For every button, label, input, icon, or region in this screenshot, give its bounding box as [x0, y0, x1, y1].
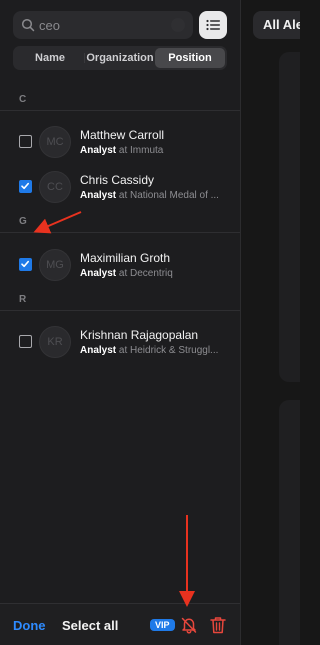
contact-organization: at Heidrick & Struggl...: [118, 345, 219, 356]
avatar: KR: [39, 326, 71, 358]
contact-role: Analyst: [80, 190, 117, 201]
contact-row[interactable]: MC Matthew Carroll Analyst at Immuta: [0, 120, 240, 164]
avatar: CC: [39, 171, 71, 203]
contact-name: Chris Cassidy: [80, 173, 155, 187]
tab-position[interactable]: Position: [155, 48, 225, 68]
bulk-action-bar: Done Select all VIP: [0, 603, 240, 645]
contact-role: Analyst: [80, 345, 117, 356]
sort-segmented-control: Name Organization Position: [13, 46, 227, 70]
section-header-r: R: [19, 294, 27, 305]
done-button[interactable]: Done: [13, 618, 46, 633]
list-view-icon: [206, 19, 220, 31]
contact-row[interactable]: KR Krishnan Rajagopalan Analyst at Heidr…: [0, 320, 240, 364]
contact-subtitle: Analyst at National Medal of ...: [80, 190, 230, 201]
contact-role: Analyst: [80, 268, 117, 279]
contact-subtitle: Analyst at Heidrick & Struggl...: [80, 345, 230, 356]
contact-checkbox[interactable]: [19, 135, 32, 148]
section-divider: [0, 310, 240, 311]
contact-organization: at Decentriq: [118, 268, 173, 279]
all-alerts-tab[interactable]: All Alerts: [253, 11, 300, 39]
trash-icon[interactable]: [210, 616, 226, 634]
contact-subtitle: Analyst at Immuta: [80, 145, 230, 156]
contact-name: Krishnan Rajagopalan: [80, 328, 199, 342]
contact-checkbox[interactable]: [19, 335, 32, 348]
section-header-c: C: [19, 94, 27, 105]
select-all-button[interactable]: Select all: [62, 618, 118, 633]
contact-name: Maximilian Groth: [80, 251, 171, 265]
contact-name: Matthew Carroll: [80, 128, 165, 142]
clear-search-icon[interactable]: [171, 18, 185, 32]
search-icon: [21, 18, 35, 32]
contact-checkbox-checked[interactable]: [19, 258, 32, 271]
contact-organization: at Immuta: [118, 145, 164, 156]
contacts-panel: Name Organization Position C MC Matthew …: [0, 0, 241, 645]
search-input[interactable]: [39, 11, 159, 39]
alert-card: [279, 400, 300, 645]
section-divider: [0, 110, 240, 111]
section-divider: [0, 232, 240, 233]
contact-subtitle: Analyst at Decentriq: [80, 268, 230, 279]
checkmark-icon: [21, 182, 29, 190]
contact-checkbox-checked[interactable]: [19, 180, 32, 193]
contact-row[interactable]: MG Maximilian Groth Analyst at Decentriq: [0, 243, 240, 287]
avatar: MG: [39, 249, 71, 281]
contact-role: Analyst: [80, 145, 117, 156]
tab-name[interactable]: Name: [15, 48, 85, 68]
list-view-button[interactable]: [199, 11, 227, 39]
vip-button[interactable]: VIP: [150, 619, 175, 631]
tab-organization[interactable]: Organization: [85, 48, 155, 68]
checkmark-icon: [21, 260, 29, 268]
bell-slash-icon[interactable]: [180, 616, 198, 634]
search-bar[interactable]: [13, 11, 193, 39]
contact-organization: at National Medal of ...: [118, 190, 219, 201]
avatar: MC: [39, 126, 71, 158]
screen: Name Organization Position C MC Matthew …: [0, 0, 300, 645]
alert-card: [279, 52, 300, 382]
contact-row[interactable]: CC Chris Cassidy Analyst at National Med…: [0, 165, 240, 209]
section-header-g: G: [19, 216, 27, 227]
